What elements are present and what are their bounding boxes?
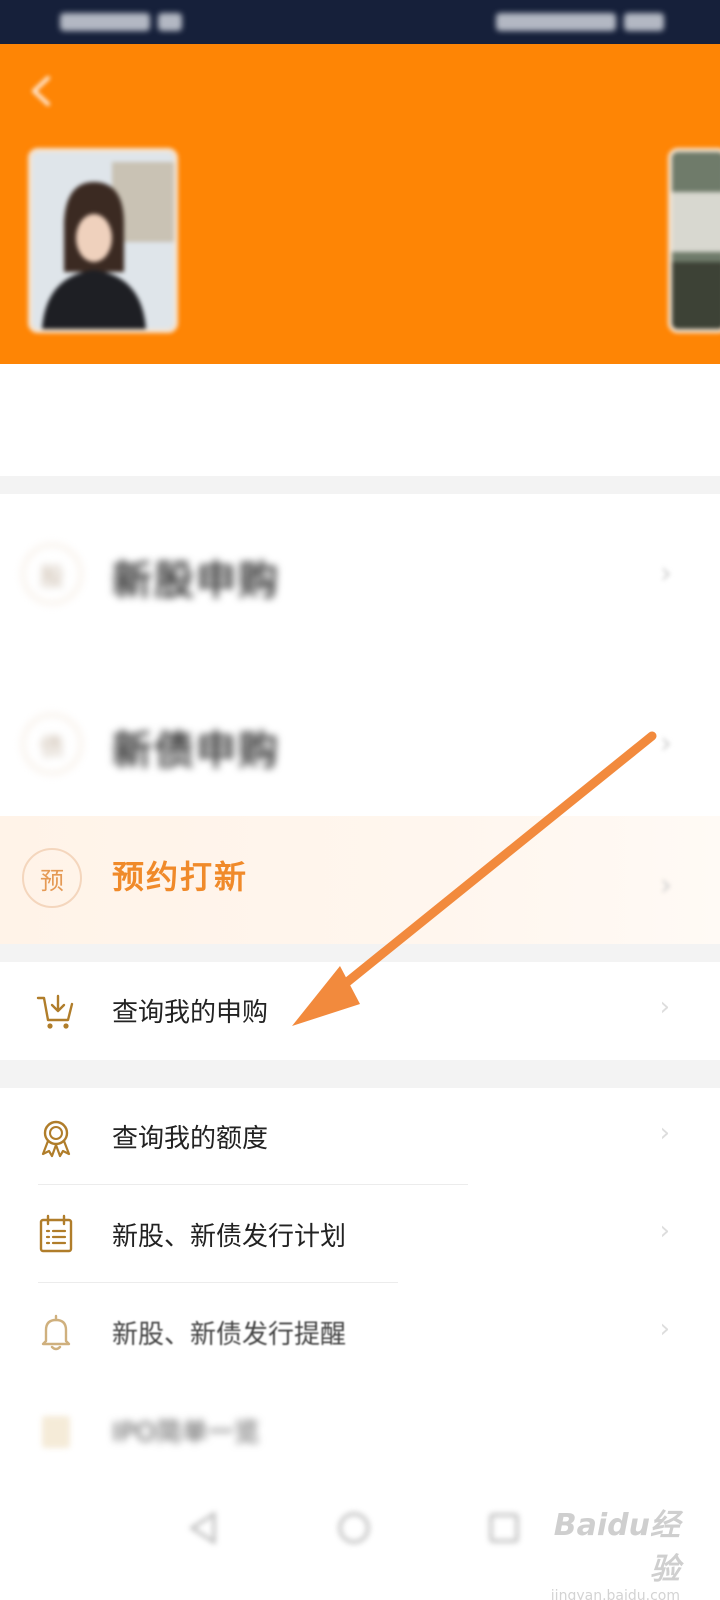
nav-back-icon[interactable] bbox=[184, 1508, 224, 1548]
notice-banner bbox=[0, 364, 720, 476]
feature-new-bond[interactable]: 债 新债申购 › bbox=[0, 674, 720, 814]
reserve-icon: 预 bbox=[22, 848, 82, 908]
list-item-label: 新股、新债发行提醒 bbox=[112, 1320, 347, 1350]
chevron-right-icon: › bbox=[659, 1314, 670, 1344]
watermark-logo: Baidu经验 bbox=[553, 1508, 680, 1587]
feature-label: 新股申购 bbox=[112, 558, 280, 604]
signal-icon bbox=[60, 13, 150, 31]
feature-reserve[interactable]: 预 预约打新 › bbox=[0, 816, 720, 944]
chevron-right-icon: › bbox=[660, 556, 672, 591]
divider bbox=[38, 1282, 398, 1283]
ribbon-badge-icon bbox=[41, 1120, 71, 1158]
list-item-label: 查询我的额度 bbox=[112, 1124, 269, 1154]
watermark: Baidu经验 jingyan.baidu.com bbox=[540, 1500, 680, 1600]
back-arrow-icon[interactable] bbox=[26, 74, 60, 108]
chevron-right-icon: › bbox=[659, 1216, 670, 1246]
chevron-right-icon: › bbox=[659, 1118, 670, 1148]
cart-download-icon bbox=[36, 994, 74, 1029]
wifi-icon bbox=[158, 13, 182, 31]
clipboard-icon bbox=[42, 1416, 70, 1448]
divider bbox=[38, 1184, 468, 1185]
query-subscription-label: 查询我的申购 bbox=[112, 998, 269, 1028]
feature-card: 股 新股申购 › 债 新债申购 › 预 预约打新 › bbox=[0, 494, 720, 944]
banner-image[interactable] bbox=[28, 148, 178, 333]
new-stock-icon: 股 bbox=[22, 544, 82, 604]
list-item-label: IPO简单一览 bbox=[112, 1418, 260, 1448]
clock bbox=[624, 13, 664, 31]
watermark-url: jingyan.baidu.com bbox=[550, 1588, 680, 1600]
status-bar-left bbox=[60, 8, 190, 36]
feature-label: 新债申购 bbox=[112, 728, 280, 774]
nav-home-icon[interactable] bbox=[334, 1508, 374, 1548]
feature-label: 预约打新 bbox=[112, 858, 249, 896]
system-icons bbox=[496, 13, 616, 31]
query-subscription-row[interactable]: 查询我的申购 › bbox=[0, 962, 720, 1060]
chevron-right-icon: › bbox=[659, 992, 670, 1022]
status-bar bbox=[0, 0, 720, 44]
header bbox=[0, 44, 720, 364]
banner-image-next[interactable] bbox=[668, 148, 720, 333]
chevron-right-icon: › bbox=[660, 868, 672, 903]
bell-icon bbox=[41, 1314, 71, 1351]
feature-new-stock[interactable]: 股 新股申购 › bbox=[0, 504, 720, 644]
status-bar-right bbox=[496, 8, 672, 36]
nav-recents-icon[interactable] bbox=[484, 1508, 524, 1548]
calendar-icon bbox=[39, 1214, 73, 1253]
chevron-right-icon: › bbox=[660, 726, 672, 761]
list-item-label: 新股、新债发行计划 bbox=[112, 1222, 347, 1252]
new-bond-icon: 债 bbox=[22, 714, 82, 774]
